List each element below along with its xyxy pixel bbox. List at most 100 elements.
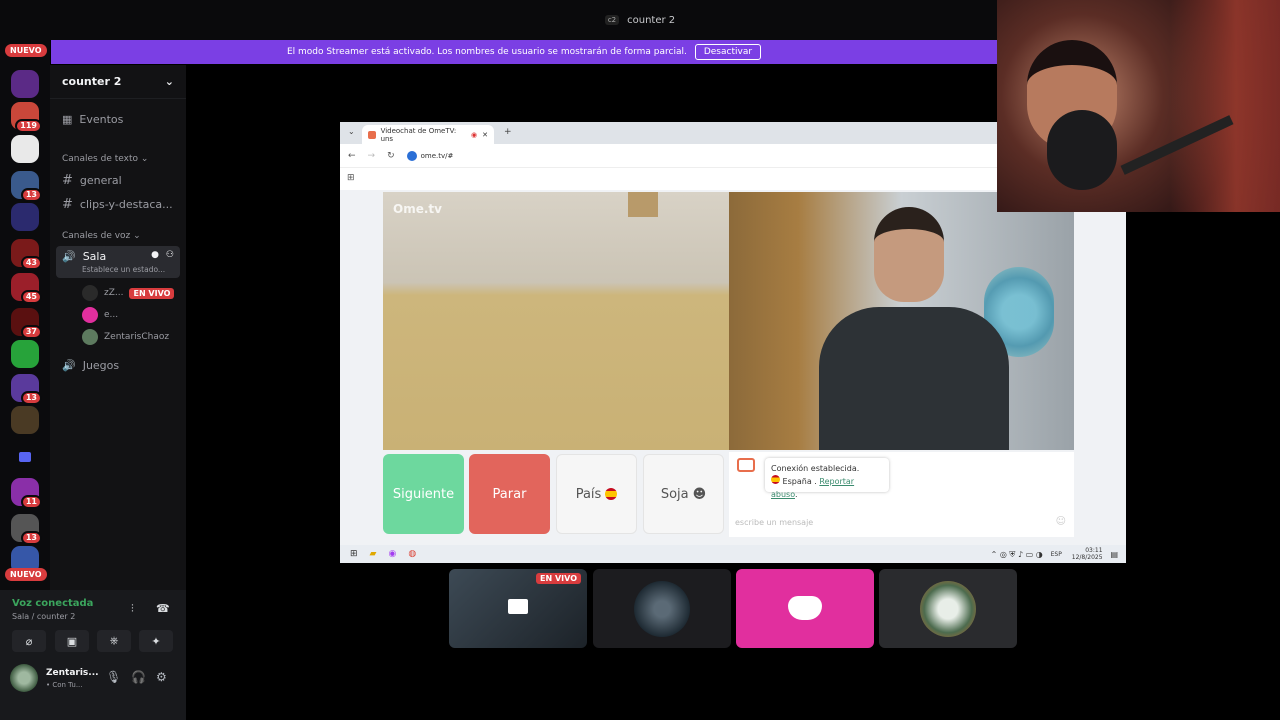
voice-location[interactable]: Sala / counter 2: [12, 612, 75, 621]
recording-icon: ◉: [471, 130, 478, 139]
avatar: [920, 581, 976, 637]
server-icon[interactable]: 37: [11, 308, 42, 339]
activities-button[interactable]: ⎈: [97, 630, 131, 652]
apps-grid-icon[interactable]: ⊞: [347, 173, 355, 183]
server-icon[interactable]: 13: [11, 514, 42, 545]
ome-favicon-icon: [368, 130, 376, 139]
system-tray: ⌃ ◎ ⛨ ♪ ▭ ◑ ESP 03:11 12/8/2025 ▤: [991, 547, 1118, 561]
channel-general[interactable]: # general: [56, 169, 180, 191]
clock-time[interactable]: 03:11: [1072, 547, 1102, 554]
user-panel: Voz conectada Sala / counter 2 ⫶ ☎ ⌀ ▣ ⎈…: [0, 590, 186, 720]
chat-icon[interactable]: ●: [151, 250, 159, 260]
microphone-icon[interactable]: 🎙: [106, 670, 121, 684]
participant-tile[interactable]: [736, 569, 874, 648]
browser-tab[interactable]: Videochat de OmeTV: uns ◉ ✕: [362, 125, 494, 144]
server-icon[interactable]: [11, 135, 39, 163]
server-tag: c2: [604, 15, 620, 25]
deactivate-button[interactable]: Desactivar: [694, 44, 762, 60]
avatar: [82, 329, 98, 345]
microphone-shape: [1047, 110, 1117, 190]
next-button[interactable]: Siguiente: [383, 454, 464, 534]
tab-list-icon[interactable]: ⌄: [348, 127, 355, 136]
new-badge-top: NUEVO: [5, 44, 47, 57]
voice-user[interactable]: e...: [82, 307, 118, 323]
clock-date[interactable]: 12/8/2025: [1072, 554, 1103, 561]
text-category[interactable]: Canales de texto ⌄: [62, 154, 148, 164]
wall-box: [628, 192, 658, 217]
boy-face-icon: ☻: [692, 486, 707, 502]
site-icon: [406, 150, 417, 161]
gear-icon[interactable]: ⚙: [156, 670, 167, 684]
new-badge-bottom: NUEVO: [5, 568, 47, 581]
voice-user[interactable]: ZentarisChaoz: [82, 329, 169, 345]
spain-flag-icon: [771, 475, 780, 484]
guild-header[interactable]: counter 2 ⌄: [50, 65, 186, 99]
server-icon[interactable]: 43: [11, 239, 42, 270]
folder-icon[interactable]: [19, 452, 31, 462]
stop-button[interactable]: Parar: [469, 454, 550, 534]
ometv-page: Ome.tv Siguiente Parar País Soja ☻ Conex…: [340, 190, 1126, 545]
forward-icon[interactable]: →: [368, 151, 376, 161]
server-icon[interactable]: [11, 70, 39, 98]
messenger-icon[interactable]: ◉: [388, 549, 396, 559]
server-icon[interactable]: 13: [11, 171, 42, 202]
events-item[interactable]: ▦ Eventos: [56, 108, 180, 130]
voice-user[interactable]: zZ... EN VIVO: [82, 285, 175, 301]
ometv-logo: Ome.tv: [393, 202, 442, 216]
server-icon[interactable]: [11, 203, 39, 231]
disconnect-icon[interactable]: ☎: [156, 602, 170, 615]
windows-taskbar: ⊞ ▰ ◉ ◍ ⌃ ◎ ⛨ ♪ ▭ ◑ ESP 03:11 12/8/2025 …: [340, 545, 1126, 563]
camera-off-button[interactable]: ⌀: [12, 630, 46, 652]
input-language[interactable]: ESP: [1051, 551, 1062, 558]
monitor-icon: [508, 599, 528, 614]
back-icon[interactable]: ←: [348, 151, 356, 161]
server-icon[interactable]: [11, 340, 39, 368]
discord-logo-icon: [788, 596, 822, 620]
events-label: Eventos: [79, 112, 124, 126]
notification-icon[interactable]: ▤: [1110, 550, 1118, 559]
headphones-icon[interactable]: 🎧: [131, 670, 146, 684]
spain-flag-icon: [605, 488, 618, 500]
user-name: Zentaris...: [46, 668, 99, 678]
add-user-icon[interactable]: ⚇: [166, 250, 174, 260]
avatar: [82, 285, 98, 301]
soundboard-icon[interactable]: ⫶: [131, 602, 134, 616]
windows-start-icon[interactable]: ⊞: [350, 549, 358, 559]
emoji-icon[interactable]: ☺: [1056, 516, 1066, 527]
soundboard-button[interactable]: ✦: [139, 630, 173, 652]
server-icon[interactable]: 119: [11, 102, 42, 133]
server-icon[interactable]: 11: [11, 478, 42, 509]
gender-button[interactable]: Soja ☻: [643, 454, 724, 534]
server-icon[interactable]: [11, 406, 39, 434]
avatar[interactable]: [10, 664, 38, 692]
chrome-icon[interactable]: ◍: [408, 549, 416, 559]
voice-connected-label[interactable]: Voz conectada: [12, 598, 93, 609]
chevron-down-icon: ⌄: [164, 75, 174, 88]
participant-tile[interactable]: [593, 569, 731, 648]
voice-status-text[interactable]: Establece un estado...: [82, 265, 165, 274]
close-icon[interactable]: ✕: [482, 131, 488, 139]
live-badge: EN VIVO: [129, 287, 175, 299]
channel-sidebar: counter 2 ⌄ ▦ Eventos Canales de texto ⌄…: [50, 65, 186, 590]
reload-icon[interactable]: ↻: [387, 151, 395, 161]
server-icon[interactable]: 13: [11, 374, 42, 405]
channel-clips[interactable]: # clips-y-destaca...: [56, 193, 180, 215]
new-tab-icon[interactable]: +: [504, 127, 512, 137]
chat-panel: Conexión establecida. España . Reportar …: [729, 452, 1074, 537]
chat-input[interactable]: escribe un mensaje: [735, 518, 813, 527]
screen-share-button[interactable]: ▣: [55, 630, 89, 652]
voice-category[interactable]: Canales de voz ⌄: [62, 231, 141, 241]
discord-avatar-icon: [82, 307, 98, 323]
calendar-icon: ▦: [62, 112, 73, 126]
file-explorer-icon[interactable]: ▰: [370, 549, 377, 559]
self-video: [729, 192, 1074, 450]
address-field[interactable]: ome.tv/#: [406, 150, 453, 161]
server-icon[interactable]: 45: [11, 273, 42, 304]
voice-channel-juegos[interactable]: 🔊 Juegos: [56, 354, 180, 376]
country-button[interactable]: País: [556, 454, 637, 534]
stranger-video: Ome.tv: [383, 192, 729, 450]
tray-icons[interactable]: ⌃ ◎ ⛨ ♪ ▭ ◑: [991, 550, 1043, 559]
hash-icon: #: [62, 172, 73, 188]
participant-tile[interactable]: [879, 569, 1017, 648]
stream-thumbnail[interactable]: EN VIVO: [449, 569, 587, 648]
